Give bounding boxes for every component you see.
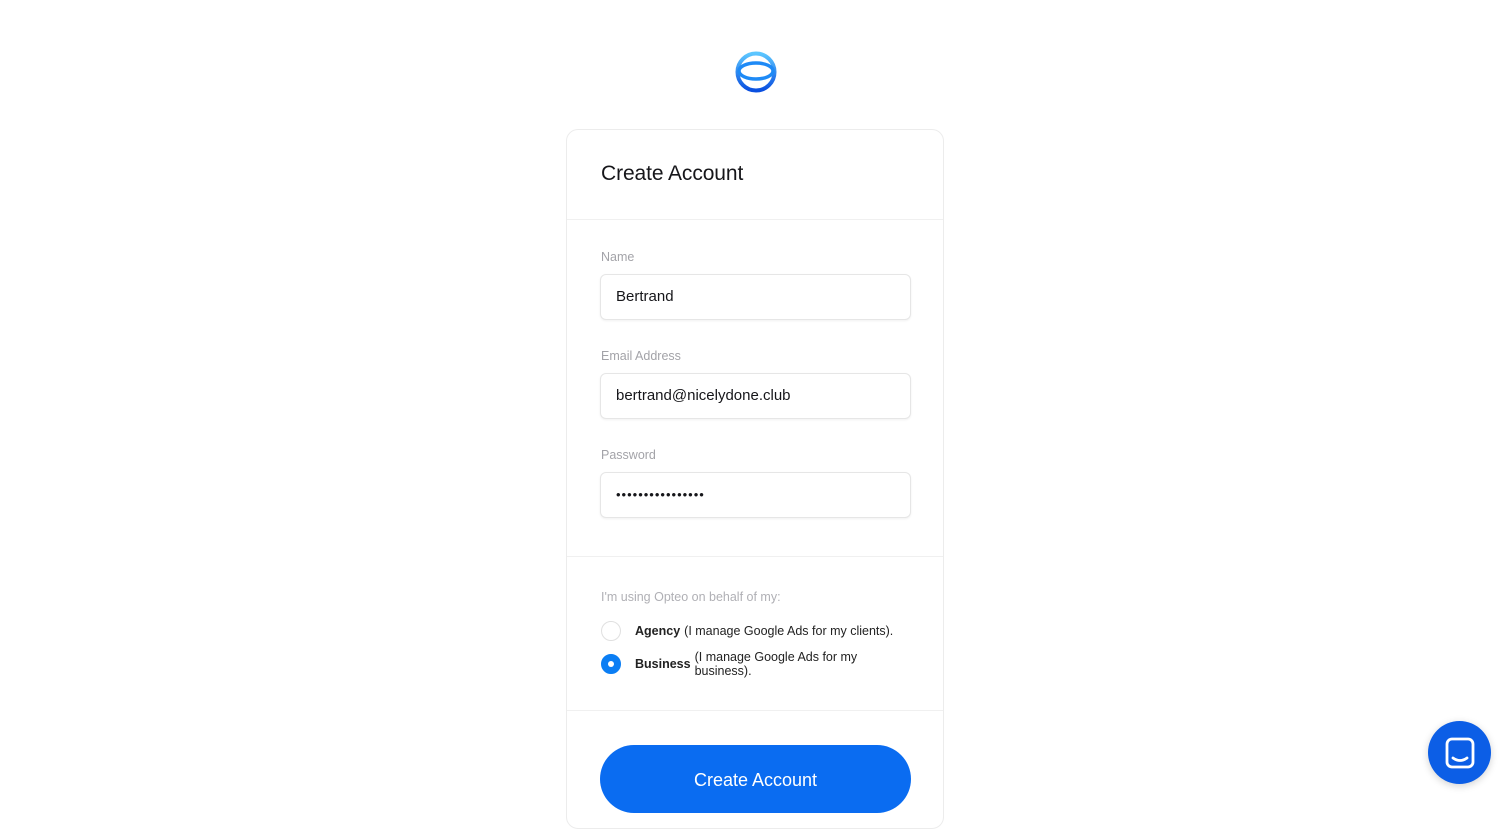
usage-label: I'm using Opteo on behalf of my: xyxy=(601,590,781,604)
page-title: Create Account xyxy=(601,162,744,185)
password-input[interactable]: •••••••••••••••• xyxy=(600,472,911,518)
email-label: Email Address xyxy=(601,349,681,363)
name-input[interactable]: Bertrand xyxy=(600,274,911,320)
agency-radio[interactable] xyxy=(601,621,621,641)
submit-section: Create Account xyxy=(567,711,943,813)
create-account-button[interactable]: Create Account xyxy=(600,745,911,813)
create-account-card: Create Account Name Bertrand Email Addre… xyxy=(566,129,944,829)
email-input[interactable]: bertrand@nicelydone.club xyxy=(600,373,911,419)
opteo-logo-icon[interactable] xyxy=(734,50,778,94)
business-description: (I manage Google Ads for my business). xyxy=(694,650,858,678)
chat-bubble-icon xyxy=(1445,737,1474,768)
usage-section: I'm using Opteo on behalf of my: Agency … xyxy=(567,557,943,711)
card-header: Create Account xyxy=(567,130,943,220)
agency-description: (I manage Google Ads for my clients). xyxy=(684,624,894,638)
password-label: Password xyxy=(601,448,656,462)
agency-title: Agency xyxy=(635,624,681,638)
name-label: Name xyxy=(601,250,635,264)
chat-launcher-button[interactable] xyxy=(1428,721,1491,784)
business-radio[interactable] xyxy=(601,654,621,674)
radio-option-business[interactable]: Business (I manage Google Ads for my bus… xyxy=(601,650,909,678)
account-fields: Name Bertrand Email Address bertrand@nic… xyxy=(567,220,943,557)
radio-option-agency[interactable]: Agency (I manage Google Ads for my clien… xyxy=(601,620,909,642)
business-title: Business xyxy=(635,657,691,671)
